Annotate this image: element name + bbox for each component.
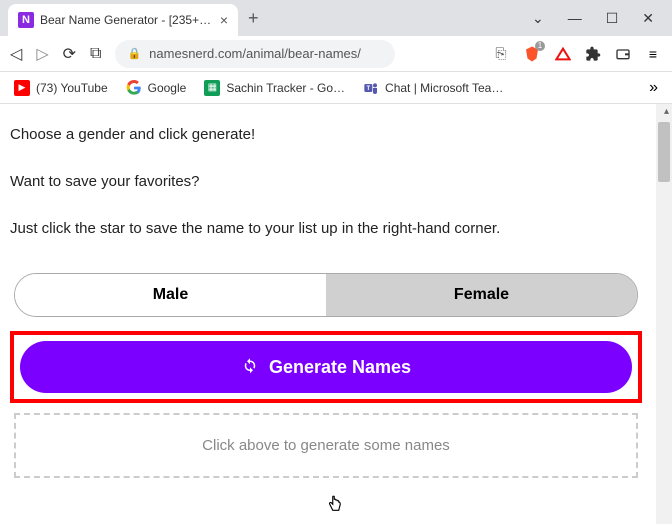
instruction-text-2: Want to save your favorites? [10, 171, 642, 192]
sheets-icon: ▦ [204, 80, 220, 96]
wallet-icon[interactable] [614, 45, 632, 63]
bookmark-label: (73) YouTube [36, 81, 108, 95]
triangle-icon[interactable] [554, 45, 572, 63]
menu-icon[interactable]: ≡ [644, 45, 662, 63]
bookmark-label: Sachin Tracker - Go… [226, 81, 345, 95]
extensions-icon[interactable] [584, 45, 602, 63]
tab-close-icon[interactable]: × [220, 12, 228, 28]
instruction-text-1: Choose a gender and click generate! [10, 124, 642, 145]
bookmark-label: Google [148, 81, 187, 95]
cursor-pointer-icon [326, 494, 344, 521]
browser-tab[interactable]: N Bear Name Generator - [235+ am… × [8, 4, 238, 36]
teams-icon: T [363, 80, 379, 96]
bookmark-teams[interactable]: T Chat | Microsoft Tea… [363, 80, 503, 96]
window-dropdown-icon[interactable]: ⌄ [532, 10, 544, 27]
tab-favicon: N [18, 12, 34, 28]
bookmark-youtube[interactable]: ▶ (73) YouTube [14, 80, 108, 96]
highlight-annotation: Generate Names [10, 331, 642, 403]
window-close-icon[interactable]: ✕ [642, 10, 654, 27]
generate-names-button[interactable]: Generate Names [20, 341, 632, 393]
instruction-text-3: Just click the star to save the name to … [10, 218, 642, 239]
window-minimize-icon[interactable]: — [568, 10, 582, 26]
address-bar: ◁ ▷ ⟳ ⧉ 🔒 namesnerd.com/animal/bear-name… [0, 36, 672, 72]
gender-option-male[interactable]: Male [15, 274, 326, 316]
window-controls: ⌄ — ☐ ✕ [532, 10, 664, 27]
browser-tab-strip: N Bear Name Generator - [235+ am… × + ⌄ … [0, 0, 672, 36]
gender-option-female[interactable]: Female [326, 274, 637, 316]
gender-toggle: Male Female [14, 273, 638, 317]
extension-icons: ⎘ 1 ≡ [492, 44, 662, 64]
youtube-icon: ▶ [14, 80, 30, 96]
url-text: namesnerd.com/animal/bear-names/ [149, 46, 361, 61]
refresh-icon [241, 356, 259, 379]
new-tab-button[interactable]: + [248, 8, 259, 29]
forward-button[interactable]: ▷ [36, 44, 48, 64]
brave-shield-icon[interactable]: 1 [522, 44, 542, 64]
reload-button[interactable]: ⟳ [63, 44, 76, 64]
scroll-up-icon[interactable]: ▴ [664, 106, 669, 117]
results-placeholder: Click above to generate some names [14, 413, 638, 478]
bookmark-icon[interactable]: ⧉ [90, 45, 101, 63]
scroll-thumb[interactable] [658, 122, 670, 182]
svg-text:T: T [367, 86, 371, 92]
bookmarks-overflow-icon[interactable]: » [649, 79, 658, 97]
page-content: ▴ Choose a gender and click generate! Wa… [0, 104, 672, 524]
back-button[interactable]: ◁ [10, 44, 22, 64]
bookmarks-bar: ▶ (73) YouTube Google ▦ Sachin Tracker -… [0, 72, 672, 104]
bookmark-sheets[interactable]: ▦ Sachin Tracker - Go… [204, 80, 345, 96]
scrollbar[interactable]: ▴ [656, 104, 672, 524]
window-maximize-icon[interactable]: ☐ [606, 10, 619, 27]
google-icon [126, 80, 142, 96]
bookmark-label: Chat | Microsoft Tea… [385, 81, 503, 95]
url-input[interactable]: 🔒 namesnerd.com/animal/bear-names/ [115, 40, 395, 68]
tab-title: Bear Name Generator - [235+ am… [40, 13, 214, 27]
generate-button-label: Generate Names [269, 357, 411, 378]
share-icon[interactable]: ⎘ [492, 45, 510, 63]
bookmark-google[interactable]: Google [126, 80, 187, 96]
lock-icon: 🔒 [127, 47, 141, 60]
